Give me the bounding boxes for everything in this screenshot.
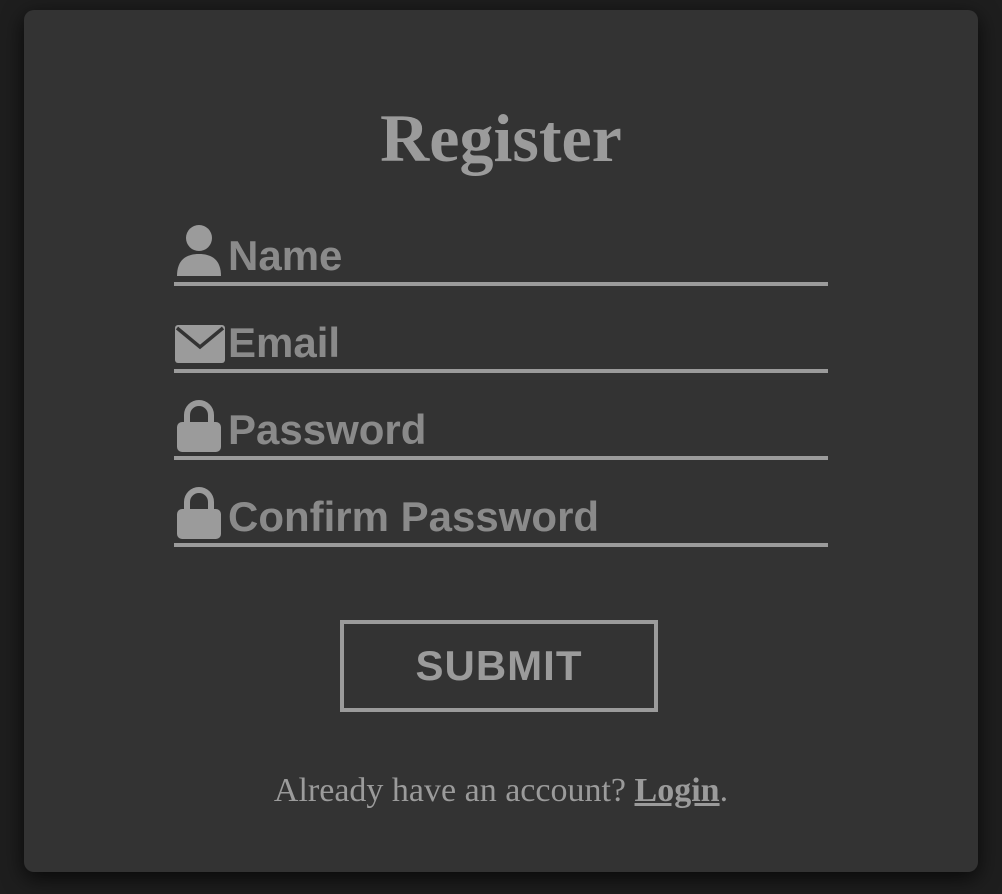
password-input[interactable] [228, 404, 828, 456]
name-field-group [174, 224, 828, 286]
lock-icon [174, 483, 226, 539]
user-icon [174, 222, 226, 278]
confirm-password-field-group [174, 485, 828, 547]
confirm-password-input[interactable] [228, 491, 828, 543]
email-input[interactable] [228, 317, 828, 369]
lock-icon [174, 396, 226, 452]
login-link[interactable]: Login [635, 772, 720, 809]
name-input[interactable] [228, 230, 828, 282]
login-prompt: Already have an account? Login. [24, 770, 978, 812]
email-field-group [174, 311, 828, 373]
password-field-group [174, 398, 828, 460]
login-prompt-text: Already have an account? [273, 772, 635, 809]
page-title: Register [380, 100, 622, 176]
submit-button[interactable]: SUBMIT [340, 620, 658, 712]
register-card: Register Name Email SUBMIT Already have … [24, 10, 978, 872]
login-prompt-suffix: . [719, 772, 729, 809]
envelope-icon [174, 309, 226, 365]
